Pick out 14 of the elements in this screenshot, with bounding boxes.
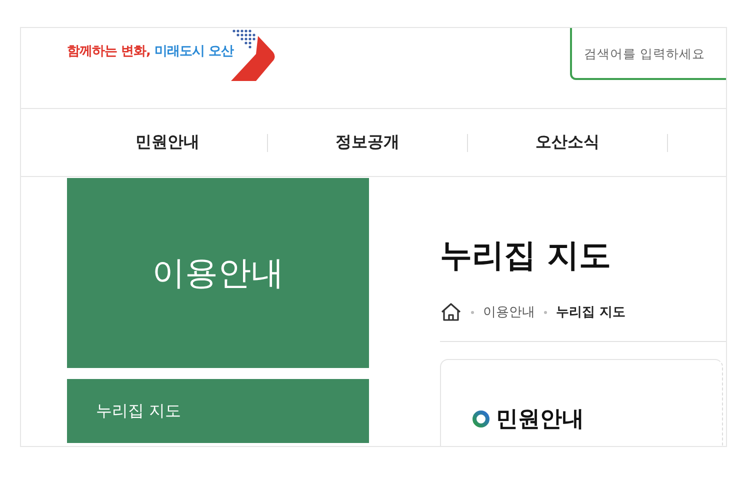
logo-slogan: 함께하는 변화, [67,43,150,60]
page-title: 누리집 지도 [440,235,612,275]
sidebar-title: 이용안내 [152,252,284,294]
nav-link[interactable]: 오산소식 [468,132,667,153]
sidebar-item[interactable]: 누리집 지도 [67,379,369,443]
logo-slogan: 미래도시 오산 [154,43,234,60]
home-icon[interactable] [440,302,462,322]
breadcrumb-link[interactable]: 이용안내 [483,303,535,321]
ring-icon [472,410,490,428]
breadcrumb-link[interactable]: 누리집 지도 [556,303,626,321]
nav-link[interactable]: 민원안내 [68,132,267,153]
search-field[interactable]: 검색어를 입력하세요 [570,28,726,80]
card-heading: 민원안내 [496,406,584,434]
nav-link[interactable]: 정보공개 [268,132,467,153]
